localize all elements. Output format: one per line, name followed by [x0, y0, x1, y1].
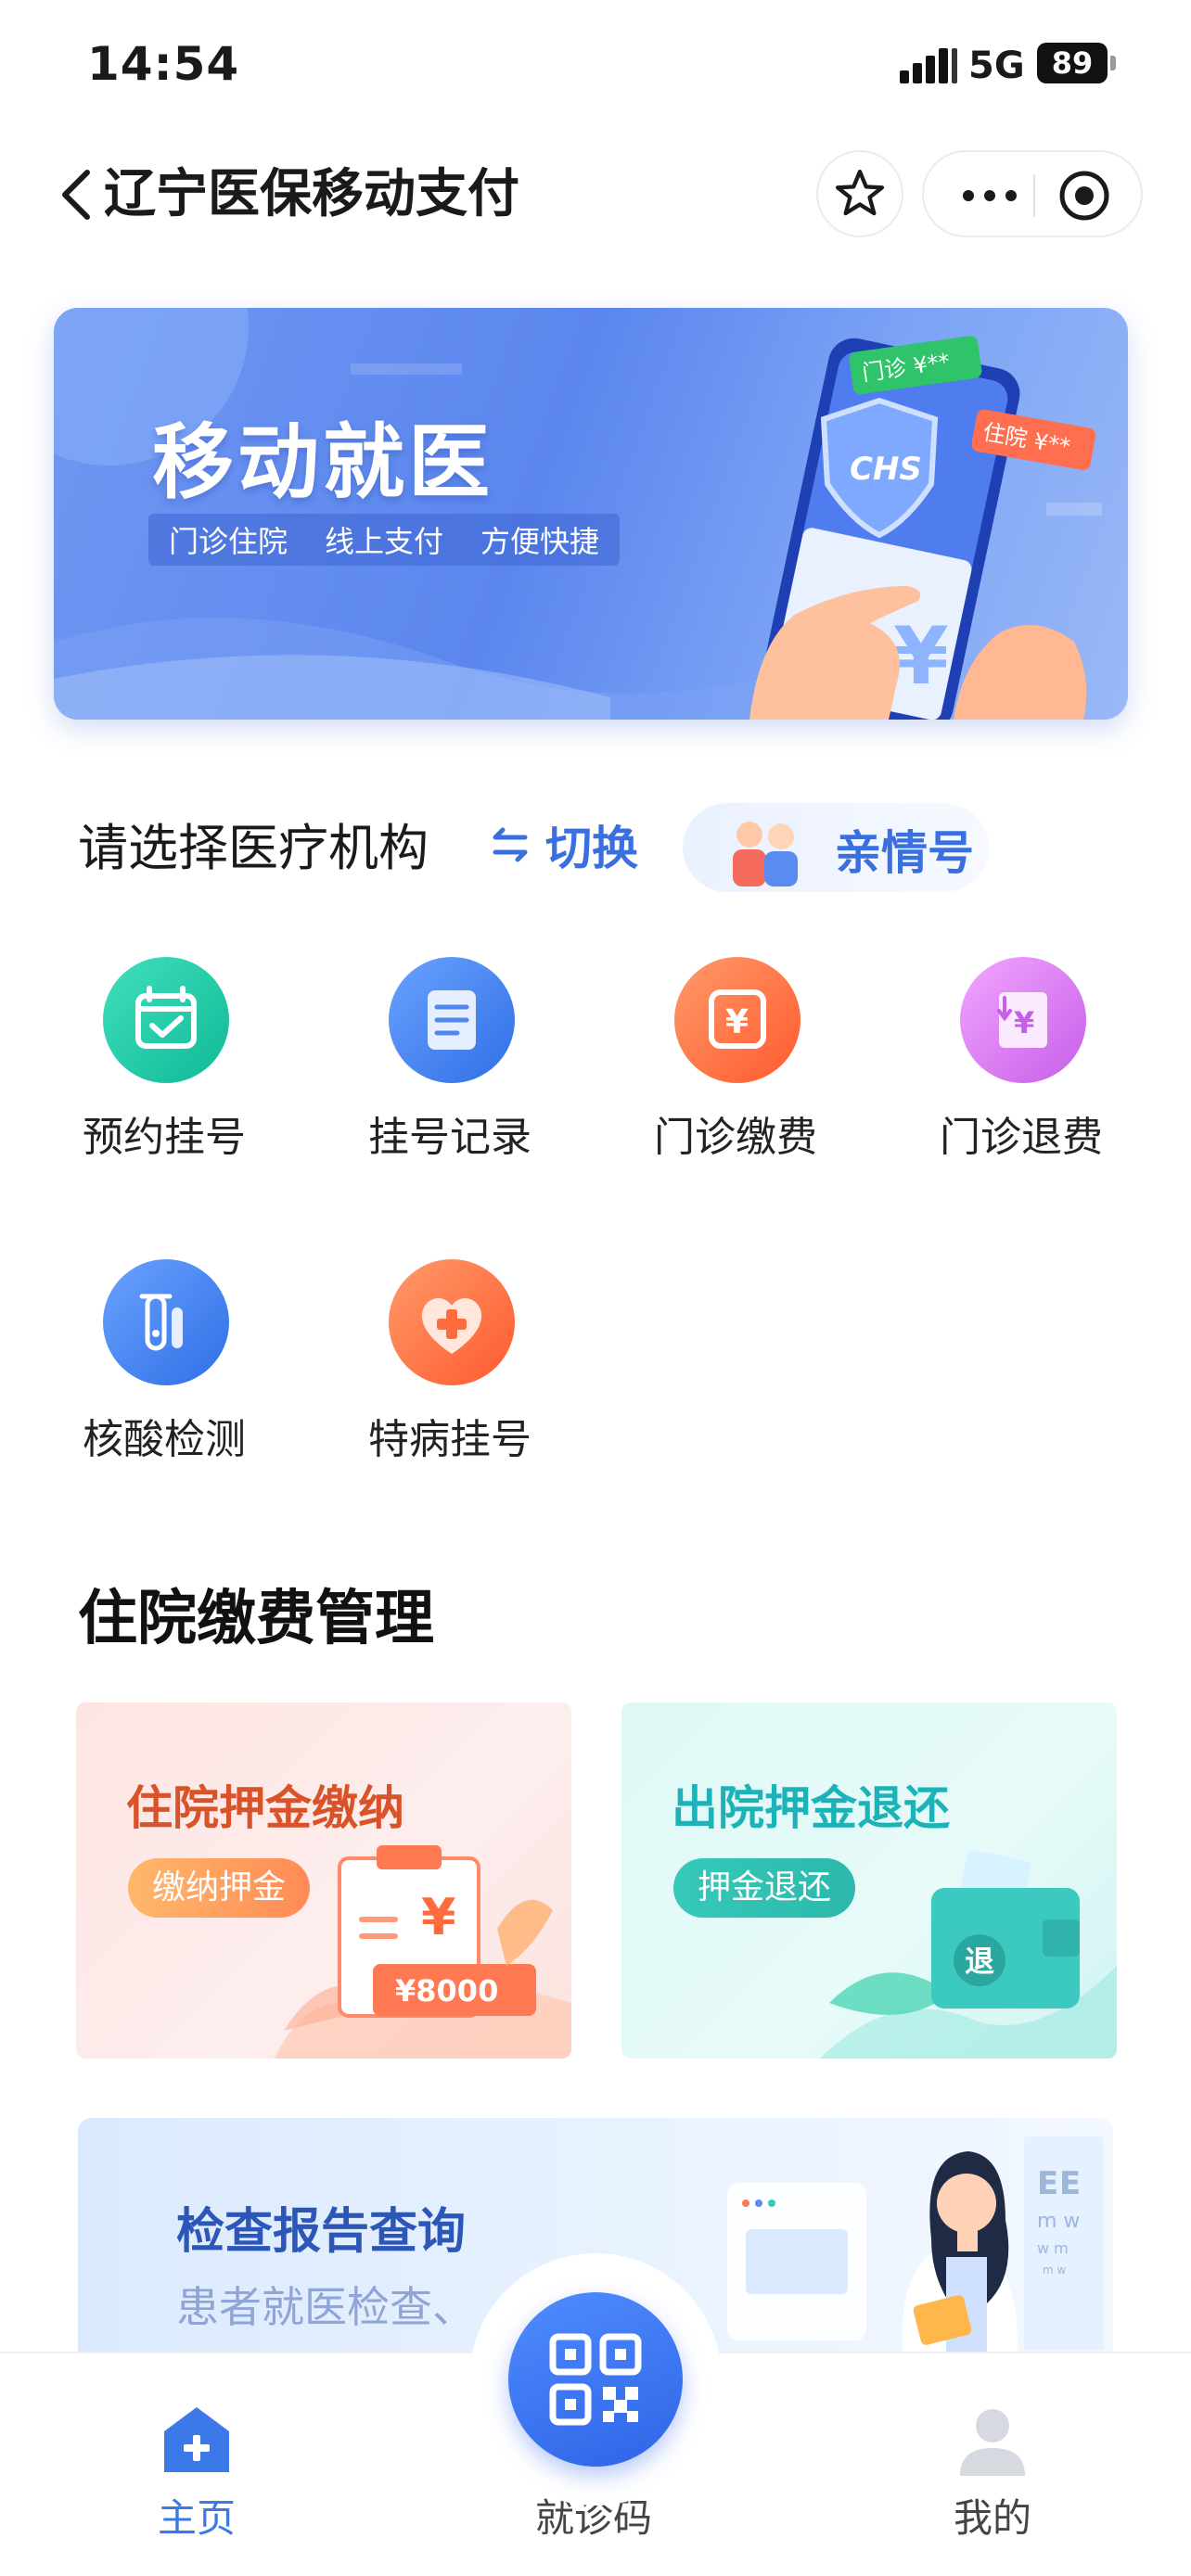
- tab-home[interactable]: 主页: [104, 2402, 289, 2541]
- shield-text: CHS: [850, 451, 922, 488]
- service-label: 核酸检测: [83, 1416, 246, 1463]
- qr-code-icon: [549, 2333, 642, 2426]
- favorite-button[interactable]: [816, 150, 903, 237]
- svg-text:¥: ¥: [725, 1003, 749, 1041]
- currency-glyph: ¥: [893, 610, 949, 703]
- deposit-refund-card[interactable]: 出院押金退还 押金退还 退: [621, 1702, 1117, 2059]
- nav-bar: 辽宁医保移动支付: [0, 139, 1191, 250]
- banner-tag: 门诊住院: [169, 524, 288, 559]
- family-account-button[interactable]: 亲情号: [683, 803, 989, 892]
- phone-payment-illustration: CHS ¥ 门诊 ¥** 住院 ¥**: [749, 336, 1102, 720]
- service-registration-records[interactable]: 挂号记录: [352, 955, 547, 1161]
- section-title: 住院缴费管理: [78, 1585, 434, 1653]
- service-label: 门诊退费: [940, 1114, 1103, 1161]
- family-avatar-icon: [733, 822, 798, 886]
- wallet-illustration: 退: [820, 1849, 1117, 2059]
- battery-tip: [1110, 56, 1116, 70]
- test-tube-icon: [103, 1259, 229, 1385]
- network-label: 5G: [968, 45, 1025, 87]
- bill-illustration: ¥ ¥8000: [275, 1845, 571, 2059]
- tab-mine[interactable]: 我的: [900, 2402, 1085, 2541]
- target-icon[interactable]: [1056, 167, 1113, 224]
- switch-label: 切换: [545, 822, 638, 875]
- report-subtitle-head: 患者就医检查、: [176, 2282, 475, 2332]
- capsule-divider: [1033, 174, 1035, 217]
- eye-chart-row: m w: [1037, 2210, 1080, 2233]
- eye-chart-row: w m: [1037, 2239, 1069, 2257]
- doctor-illustration: E E m w w m m w: [727, 2136, 1104, 2359]
- refund-badge: 退: [965, 1944, 994, 1979]
- institution-select[interactable]: 请选择医疗机构: [78, 807, 429, 880]
- profile-icon: [960, 2409, 1025, 2476]
- star-icon: [835, 169, 885, 216]
- signal-icon: [900, 46, 959, 83]
- status-time: 14:54: [87, 37, 240, 91]
- more-icon[interactable]: [957, 177, 1022, 214]
- heart-plus-icon: [389, 1259, 515, 1385]
- tab-label: 主页: [157, 2495, 236, 2541]
- eye-chart-letter: E: [1059, 2165, 1081, 2202]
- document-icon: [389, 957, 515, 1083]
- visit-code-button[interactable]: [508, 2292, 683, 2467]
- service-outpatient-payment[interactable]: ¥ 门诊缴费: [638, 955, 833, 1161]
- home-icon: [164, 2407, 229, 2472]
- service-label: 挂号记录: [368, 1114, 531, 1161]
- banner-title: 移动就医: [152, 414, 494, 510]
- service-nucleic-test[interactable]: 核酸检测: [67, 1257, 262, 1463]
- deposit-amount: ¥8000: [395, 1973, 498, 2009]
- eye-chart-letter: E: [1037, 2165, 1058, 2202]
- menu-capsule: [922, 150, 1143, 237]
- page-title: 辽宁医保移动支付: [104, 164, 519, 224]
- yuan-bill-icon: ¥: [674, 957, 800, 1083]
- svg-text:¥: ¥: [1014, 1005, 1034, 1040]
- deposit-payment-card[interactable]: 住院押金缴纳 缴纳押金 ¥ ¥8000: [76, 1702, 571, 2059]
- switch-icon: [493, 827, 528, 862]
- status-bar: 14:54 5G 89: [0, 0, 1191, 130]
- eye-chart-row: m w: [1043, 2264, 1067, 2276]
- service-label: 门诊缴费: [654, 1114, 817, 1161]
- service-label: 预约挂号: [83, 1114, 246, 1161]
- battery-icon: 89: [1037, 43, 1108, 83]
- yuan-refund-icon: ¥: [960, 957, 1086, 1083]
- promo-banner[interactable]: 移动就医 门诊住院 线上支付 方便快捷 CHS ¥ 门诊 ¥** 住院 ¥**: [54, 308, 1128, 720]
- bill-currency: ¥: [421, 1888, 456, 1946]
- service-appointment[interactable]: 预约挂号: [67, 955, 262, 1161]
- calendar-check-icon: [103, 957, 229, 1083]
- back-icon[interactable]: [54, 167, 106, 223]
- service-special-disease[interactable]: 特病挂号: [352, 1257, 547, 1463]
- switch-button[interactable]: 切换: [488, 812, 638, 877]
- service-label: 特病挂号: [368, 1416, 531, 1463]
- family-label: 亲情号: [835, 826, 974, 880]
- service-outpatient-refund[interactable]: ¥ 门诊退费: [924, 955, 1119, 1161]
- banner-tag: 线上支付: [325, 524, 444, 559]
- report-title: 检查报告查询: [176, 2204, 467, 2260]
- tab-label: 我的: [953, 2495, 1031, 2541]
